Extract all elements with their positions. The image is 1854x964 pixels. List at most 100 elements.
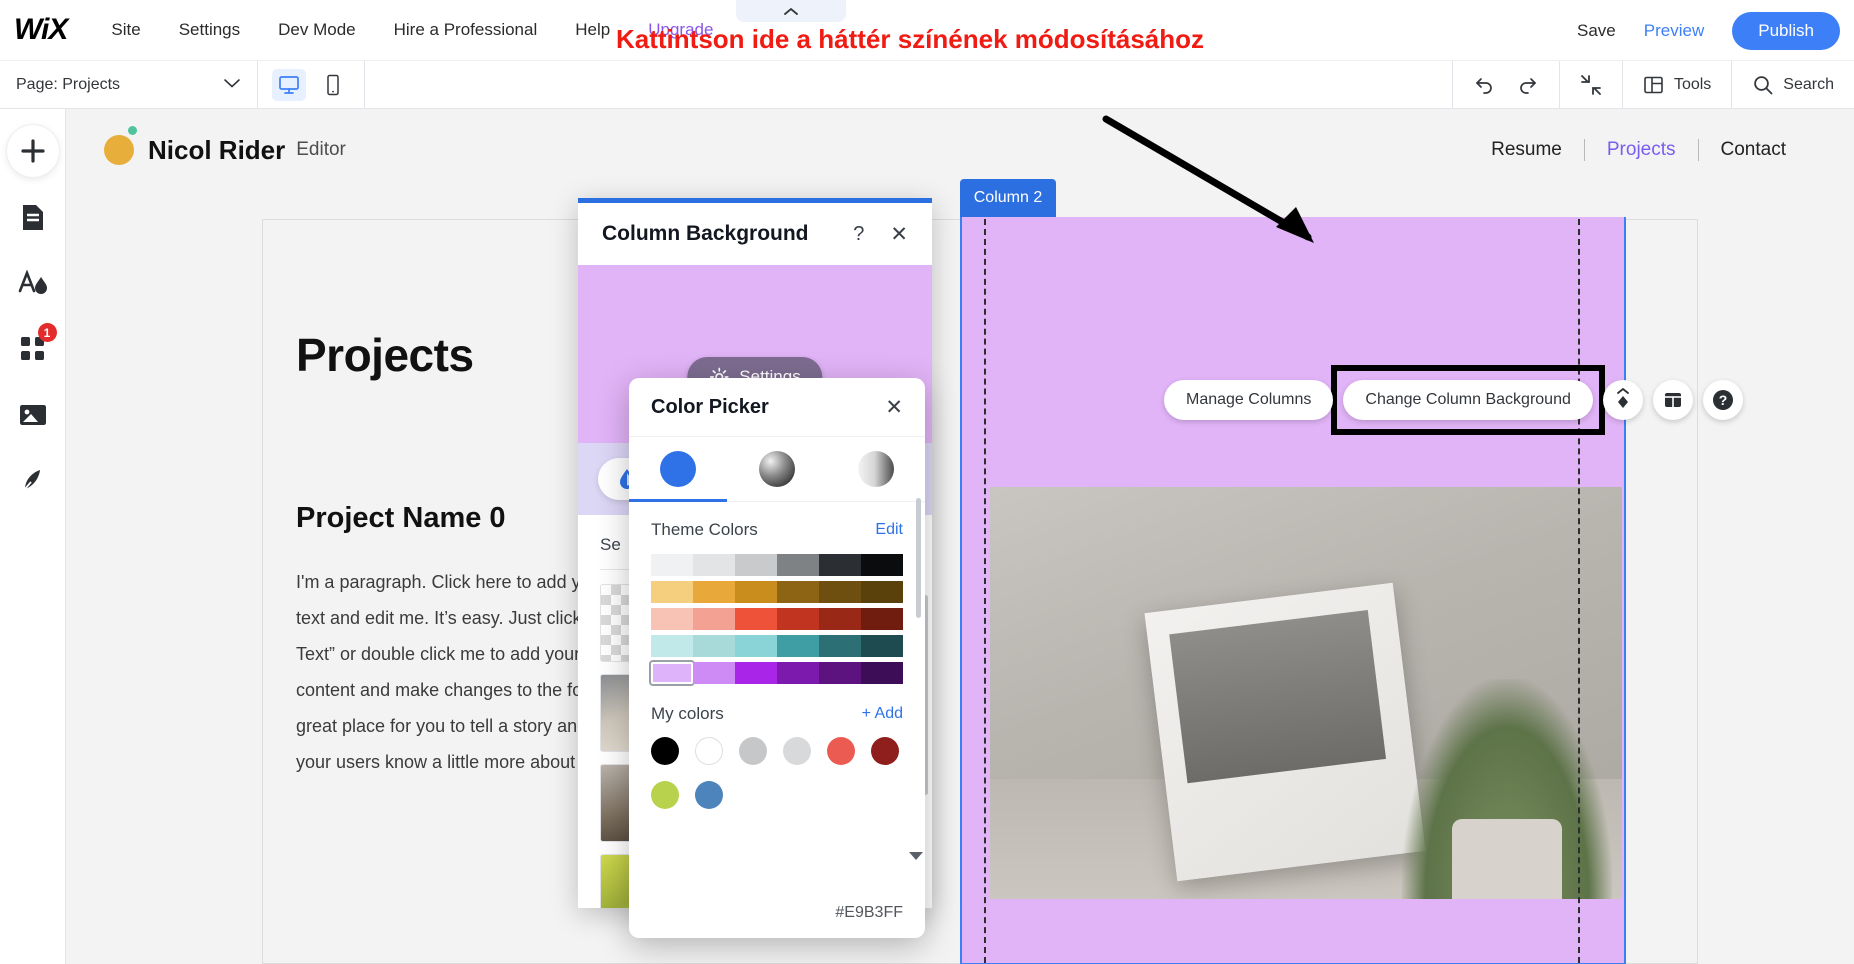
change-column-background-button[interactable]: Change Column Background	[1343, 380, 1593, 420]
theme-color-swatch[interactable]	[819, 662, 861, 684]
theme-color-swatch[interactable]	[819, 608, 861, 630]
my-color-swatch[interactable]	[827, 737, 855, 765]
zoom-out-button[interactable]	[1580, 74, 1602, 96]
annotation-text: Kattintson ide a háttér színének módosít…	[616, 24, 1204, 54]
theme-color-swatch[interactable]	[735, 635, 777, 657]
hex-value-label: #E9B3FF	[835, 904, 903, 921]
site-nav-contact[interactable]: Contact	[1699, 139, 1808, 161]
theme-color-swatch[interactable]	[777, 608, 819, 630]
search-label: Search	[1783, 76, 1834, 93]
layout-button[interactable]	[1652, 380, 1693, 420]
my-color-swatch[interactable]	[695, 781, 723, 809]
publish-button[interactable]: Publish	[1732, 11, 1840, 50]
help-icon: ?	[1712, 390, 1733, 410]
gradient-radial-tab[interactable]	[728, 451, 827, 487]
collapse-toolbar-tab[interactable]	[736, 0, 846, 22]
wix-logo[interactable]: WiX	[14, 15, 68, 45]
sidebar-item-apps[interactable]: 1	[7, 323, 59, 375]
chevron-down-icon	[223, 77, 241, 92]
site-nav-projects[interactable]: Projects	[1585, 139, 1698, 161]
theme-color-swatch[interactable]	[693, 581, 735, 603]
sidebar-item-theme[interactable]	[7, 257, 59, 309]
top-actions: Save Preview Publish	[1577, 0, 1840, 61]
mobile-view-button[interactable]	[316, 69, 350, 101]
menu-item-hire-a-professional[interactable]: Hire a Professional	[394, 20, 538, 40]
my-color-swatch[interactable]	[871, 737, 899, 765]
theme-color-swatch[interactable]	[861, 554, 903, 576]
theme-color-swatch[interactable]	[651, 581, 693, 603]
theme-color-swatch[interactable]	[861, 662, 903, 684]
gradient-linear-tab[interactable]	[826, 451, 925, 487]
tools-group: Tools	[1621, 61, 1731, 109]
help-button[interactable]: ?	[1702, 380, 1743, 420]
sidebar-item-add-elements[interactable]	[7, 125, 59, 177]
theme-color-swatch[interactable]	[693, 608, 735, 630]
my-color-swatch[interactable]	[651, 737, 679, 765]
my-color-swatch[interactable]	[651, 781, 679, 809]
preview-button[interactable]: Preview	[1644, 21, 1704, 41]
my-colors-add-link[interactable]: + Add	[862, 705, 903, 723]
theme-color-swatch[interactable]	[819, 581, 861, 603]
theme-color-swatch[interactable]	[651, 662, 693, 684]
my-color-swatch[interactable]	[783, 737, 811, 765]
annotation-arrow	[1102, 115, 1314, 243]
desktop-view-button[interactable]	[272, 68, 306, 101]
theme-color-row	[651, 662, 903, 684]
menu-item-settings[interactable]: Settings	[179, 20, 240, 40]
theme-color-swatch[interactable]	[777, 662, 819, 684]
layout-icon	[1664, 393, 1681, 407]
my-color-swatch[interactable]	[695, 737, 723, 765]
theme-color-swatch[interactable]	[735, 554, 777, 576]
save-button[interactable]: Save	[1577, 21, 1616, 41]
solid-color-tab[interactable]	[629, 451, 728, 487]
image-icon	[19, 405, 46, 425]
theme-color-swatch[interactable]	[735, 581, 777, 603]
theme-color-swatch[interactable]	[651, 635, 693, 657]
theme-color-swatch[interactable]	[651, 554, 693, 576]
theme-color-swatch[interactable]	[777, 554, 819, 576]
theme-colors-palette	[651, 554, 903, 684]
solid-color-swatch-icon	[660, 451, 697, 487]
undo-button[interactable]	[1473, 74, 1497, 96]
color-picker-close-icon[interactable]: ✕	[885, 395, 903, 420]
theme-color-swatch[interactable]	[861, 635, 903, 657]
theme-color-swatch[interactable]	[861, 581, 903, 603]
menu-item-dev-mode[interactable]: Dev Mode	[278, 20, 355, 40]
editor-toolbar: Page: Projects Tools Search	[0, 60, 1854, 109]
tools-button[interactable]: Tools	[1643, 75, 1711, 95]
theme-color-swatch[interactable]	[735, 662, 777, 684]
page-title: Projects	[296, 329, 474, 381]
sidebar-item-content-manager[interactable]	[7, 455, 59, 507]
panel-help-icon[interactable]: ?	[853, 223, 864, 246]
theme-colors-edit-link[interactable]: Edit	[875, 521, 903, 539]
page-selector[interactable]: Page: Projects	[0, 60, 258, 109]
panel-close-icon[interactable]: ✕	[890, 222, 908, 247]
column-background-title: Column Background	[602, 222, 809, 245]
sidebar-item-pages[interactable]	[7, 191, 59, 243]
column-2-container[interactable]	[960, 217, 1626, 964]
theme-color-swatch[interactable]	[651, 608, 693, 630]
stretch-button[interactable]	[1602, 380, 1643, 420]
site-nav-resume[interactable]: Resume	[1469, 139, 1584, 161]
color-picker-scrollbar[interactable]	[916, 498, 921, 618]
menu-item-site[interactable]: Site	[111, 20, 140, 40]
theme-color-swatch[interactable]	[819, 635, 861, 657]
theme-color-swatch[interactable]	[693, 554, 735, 576]
theme-color-swatch[interactable]	[693, 635, 735, 657]
search-button[interactable]: Search	[1752, 74, 1834, 96]
theme-color-swatch[interactable]	[735, 608, 777, 630]
redo-button[interactable]	[1515, 74, 1539, 96]
theme-color-row	[651, 635, 903, 657]
color-picker-header: Color Picker ✕	[629, 378, 925, 436]
theme-color-swatch[interactable]	[819, 554, 861, 576]
column-guide-right	[1578, 219, 1580, 963]
theme-color-swatch[interactable]	[693, 662, 735, 684]
manage-columns-button[interactable]: Manage Columns	[1164, 380, 1334, 420]
my-color-swatch[interactable]	[739, 737, 767, 765]
expand-handle-icon[interactable]	[909, 852, 923, 860]
theme-color-swatch[interactable]	[861, 608, 903, 630]
theme-color-swatch[interactable]	[777, 635, 819, 657]
sidebar-item-media[interactable]	[7, 389, 59, 441]
theme-color-swatch[interactable]	[777, 581, 819, 603]
menu-item-help[interactable]: Help	[575, 20, 610, 40]
